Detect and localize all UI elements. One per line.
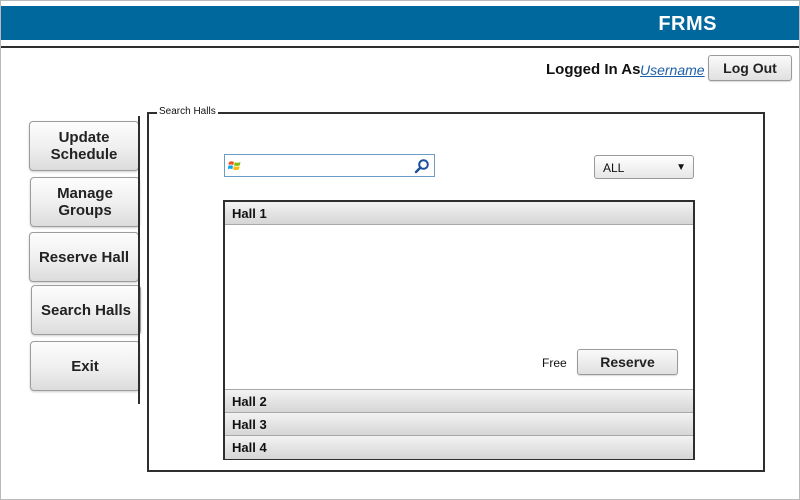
nav-search-halls-button[interactable]: Search Halls <box>31 285 141 335</box>
hall-1-reserve-button[interactable]: Reserve <box>577 349 678 375</box>
search-halls-legend: Search Halls <box>157 106 218 117</box>
nav-exit-button[interactable]: Exit <box>30 341 140 391</box>
nav-update-schedule-button[interactable]: Update Schedule <box>29 121 139 171</box>
caret-down-icon: ▼ <box>676 162 686 173</box>
nav-divider <box>138 116 140 404</box>
hall-1-status: Free <box>542 356 567 370</box>
hall-filter-value: ALL <box>603 161 625 175</box>
halls-accordion: Hall 1 Free Reserve Hall 2 Hall 3 Hall 4 <box>223 200 695 460</box>
logout-button[interactable]: Log Out <box>708 55 792 81</box>
logged-in-label: Logged In As <box>546 61 641 78</box>
app-brand: FRMS <box>658 13 717 35</box>
hall-3-header[interactable]: Hall 3 <box>225 413 693 436</box>
hall-1-body: Free Reserve <box>225 226 693 390</box>
header-divider <box>1 46 799 48</box>
username-link[interactable]: Username <box>640 62 705 78</box>
search-box <box>224 154 435 177</box>
hall-1-header[interactable]: Hall 1 <box>225 202 693 225</box>
hall-4-header[interactable]: Hall 4 <box>225 436 693 459</box>
search-input[interactable] <box>244 157 412 174</box>
hall-filter-select[interactable]: ALL ▼ <box>594 155 694 179</box>
windows-logo-icon[interactable] <box>227 159 242 173</box>
hall-2-header[interactable]: Hall 2 <box>225 390 693 413</box>
magnifier-icon[interactable] <box>414 158 430 174</box>
nav-reserve-hall-button[interactable]: Reserve Hall <box>29 232 139 282</box>
header-bar: FRMS <box>1 6 799 40</box>
nav-manage-groups-button[interactable]: Manage Groups <box>30 177 140 227</box>
